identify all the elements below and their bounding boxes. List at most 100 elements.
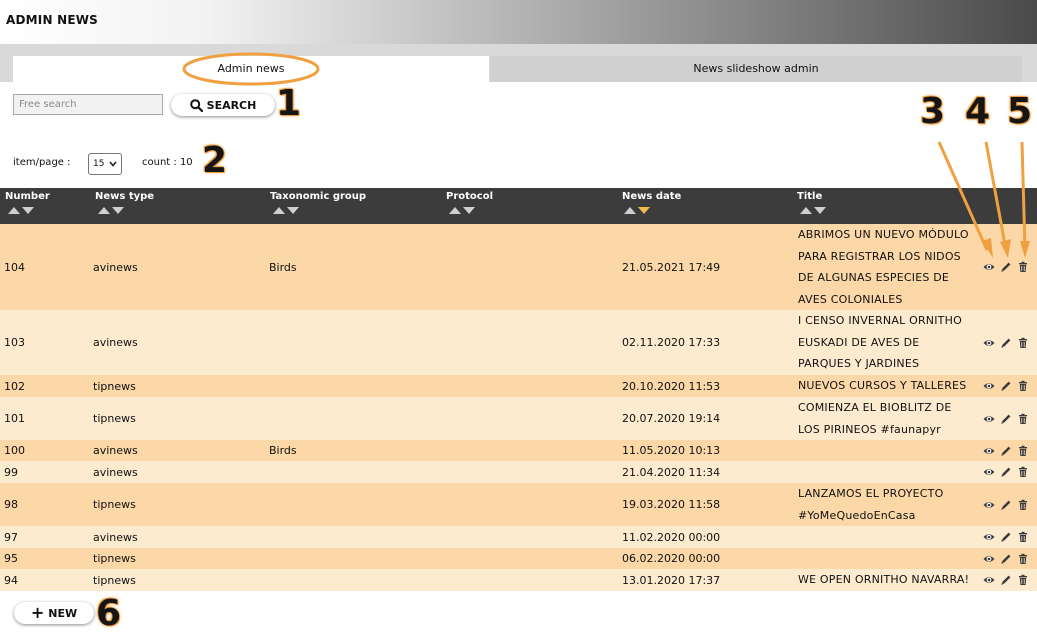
cell-title — [798, 461, 973, 483]
pencil-icon[interactable] — [1000, 261, 1012, 273]
sort-controls-news-type[interactable] — [98, 207, 124, 214]
eye-icon[interactable] — [983, 413, 995, 425]
table-row[interactable]: 94 tipnews 13.01.2020 17:37 WE OPEN ORNITHO… — [0, 569, 1037, 591]
search-input[interactable] — [13, 94, 163, 115]
pencil-icon[interactable] — [1000, 531, 1012, 543]
eye-icon[interactable] — [983, 445, 995, 457]
trash-icon[interactable] — [1017, 445, 1029, 457]
cell-news-date: 13.01.2020 17:37 — [622, 573, 721, 587]
column-header-taxonomic-group[interactable]: Taxonomic group — [270, 191, 366, 202]
cell-title — [798, 548, 973, 569]
trash-icon[interactable] — [1017, 466, 1029, 478]
sort-controls-title[interactable] — [800, 207, 826, 214]
table-row[interactable]: 102 tipnews 20.10.2020 11:53 NUEVOS CURSOS … — [0, 375, 1037, 397]
table-row[interactable]: 101 tipnews 20.07.2020 19:14 COMIENZA EL BI… — [0, 397, 1037, 440]
eye-icon[interactable] — [983, 466, 995, 478]
sort-controls-news-date[interactable] — [624, 207, 650, 214]
sort-asc-icon[interactable] — [624, 207, 636, 214]
sort-controls-protocol[interactable] — [449, 207, 475, 214]
cell-number: 95 — [4, 552, 18, 565]
cell-title: LANZAMOS EL PROYECTO #YoMeQuedoEnCasa — [798, 487, 944, 522]
cell-news-date: 11.02.2020 00:00 — [622, 530, 721, 544]
trash-icon[interactable] — [1017, 531, 1029, 543]
cell-number: 104 — [4, 260, 25, 274]
cell-taxonomic-group: Birds — [269, 260, 297, 274]
column-header-title[interactable]: Title — [797, 191, 822, 202]
trash-icon[interactable] — [1017, 499, 1029, 511]
sort-asc-icon[interactable] — [98, 207, 110, 214]
cell-news-type: tipnews — [93, 573, 136, 587]
pencil-icon[interactable] — [1000, 499, 1012, 511]
cell-title: I CENSO INVERNAL ORNITHO EUSKADI DE AVES… — [798, 314, 962, 371]
cell-title: ABRIMOS UN NUEVO MÓDULO PARA REGISTRAR L… — [798, 228, 969, 306]
cell-news-type: avinews — [93, 465, 138, 479]
table-row[interactable]: 104 avinews Birds 21.05.2021 17:49 ABRIMOS U… — [0, 224, 1037, 310]
column-header-number[interactable]: Number — [5, 191, 50, 202]
cell-title — [798, 526, 973, 548]
column-header-protocol[interactable]: Protocol — [446, 191, 493, 202]
pencil-icon[interactable] — [1000, 574, 1012, 586]
sort-asc-icon[interactable] — [273, 207, 285, 214]
sort-desc-icon[interactable] — [463, 207, 475, 214]
new-button-label: NEW — [48, 606, 78, 620]
eye-icon[interactable] — [983, 499, 995, 511]
eye-icon[interactable] — [983, 261, 995, 273]
trash-icon[interactable] — [1017, 380, 1029, 392]
cell-taxonomic-group: Birds — [269, 444, 297, 457]
tab-news-slideshow-admin[interactable]: News slideshow admin — [490, 56, 1022, 82]
trash-icon[interactable] — [1017, 553, 1029, 565]
cell-number: 103 — [4, 336, 25, 349]
table-row[interactable]: 103 avinews 02.11.2020 17:33 I CENSO INVERN… — [0, 310, 1037, 375]
sort-asc-icon[interactable] — [800, 207, 812, 214]
row-actions — [983, 397, 1029, 440]
table-row[interactable]: 95 tipnews 06.02.2020 00:00 — [0, 548, 1037, 569]
row-actions — [983, 440, 1029, 461]
search-button[interactable]: SEARCH — [171, 94, 275, 116]
sort-desc-active-icon[interactable] — [638, 207, 650, 214]
search-button-label: SEARCH — [206, 98, 257, 112]
eye-icon[interactable] — [983, 574, 995, 586]
row-actions — [983, 375, 1029, 397]
cell-news-date: 20.10.2020 11:53 — [622, 379, 721, 393]
page-title: ADMIN NEWS — [6, 13, 98, 27]
callout-5: 5 — [1007, 91, 1033, 132]
trash-icon[interactable] — [1017, 337, 1029, 349]
trash-icon[interactable] — [1017, 413, 1029, 425]
sort-controls-taxonomic-group[interactable] — [273, 207, 299, 214]
sort-desc-icon[interactable] — [112, 207, 124, 214]
eye-icon[interactable] — [983, 380, 995, 392]
table-header: Number News type Taxonomic group Protoco… — [0, 188, 1037, 224]
eye-icon[interactable] — [983, 531, 995, 543]
items-per-page-label: item/page : — [13, 157, 71, 168]
cell-number: 98 — [4, 498, 18, 511]
cell-number: 94 — [4, 573, 18, 587]
sort-controls-number[interactable] — [8, 207, 34, 214]
eye-icon[interactable] — [983, 337, 995, 349]
pencil-icon[interactable] — [1000, 380, 1012, 392]
cell-number: 97 — [4, 530, 18, 544]
sort-desc-icon[interactable] — [287, 207, 299, 214]
pencil-icon[interactable] — [1000, 337, 1012, 349]
cell-news-date: 21.04.2020 11:34 — [622, 465, 721, 479]
pencil-icon[interactable] — [1000, 466, 1012, 478]
sort-asc-icon[interactable] — [8, 207, 20, 214]
pencil-icon[interactable] — [1000, 445, 1012, 457]
sort-asc-icon[interactable] — [449, 207, 461, 214]
new-button[interactable]: + NEW — [14, 602, 94, 624]
tab-admin-news[interactable]: Admin news — [13, 56, 489, 82]
sort-desc-icon[interactable] — [22, 207, 34, 214]
column-header-news-date[interactable]: News date — [622, 191, 681, 202]
table-row[interactable]: 98 tipnews 19.03.2020 11:58 LANZAMOS EL PRO… — [0, 483, 1037, 526]
table-row[interactable]: 97 avinews 11.02.2020 00:00 — [0, 526, 1037, 548]
sort-desc-icon[interactable] — [814, 207, 826, 214]
eye-icon[interactable] — [983, 553, 995, 565]
pencil-icon[interactable] — [1000, 553, 1012, 565]
trash-icon[interactable] — [1017, 261, 1029, 273]
table-row[interactable]: 100 avinews Birds 11.05.2020 10:13 — [0, 440, 1037, 461]
column-header-news-type[interactable]: News type — [95, 191, 154, 202]
table-row[interactable]: 99 avinews 21.04.2020 11:34 — [0, 461, 1037, 483]
trash-icon[interactable] — [1017, 574, 1029, 586]
cell-title — [798, 440, 973, 461]
pencil-icon[interactable] — [1000, 413, 1012, 425]
items-per-page-select[interactable]: 15 — [88, 153, 122, 175]
